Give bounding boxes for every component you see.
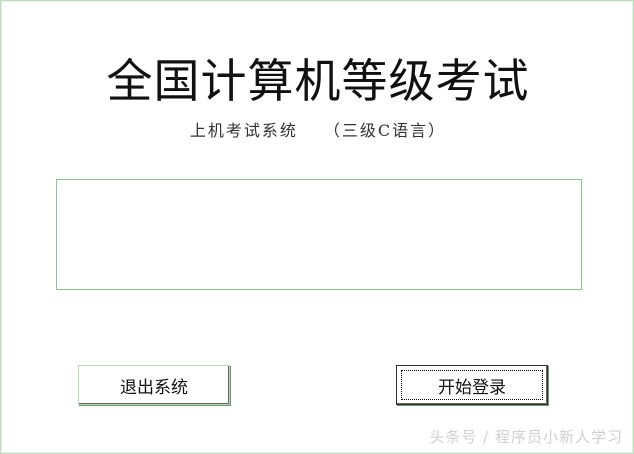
start-login-label: 开始登录 — [438, 377, 506, 398]
page-subtitle: 上机考试系统 （三级C语言） — [1, 117, 634, 141]
start-login-button[interactable]: 开始登录 — [396, 365, 548, 405]
exam-login-window: 全国计算机等级考试 上机考试系统 （三级C语言） 退出系统 开始登录 头条号 / … — [0, 0, 634, 454]
exit-system-label: 退出系统 — [120, 377, 188, 398]
page-title: 全国计算机等级考试 — [106, 54, 530, 108]
exit-system-button[interactable]: 退出系统 — [78, 365, 230, 405]
watermark: 头条号 / 程序员小新人学习 — [429, 428, 623, 446]
subtitle-level: （三级C语言） — [323, 121, 447, 140]
exam-id-input-box[interactable] — [56, 179, 582, 290]
subtitle-system: 上机考试系统 — [189, 121, 298, 140]
